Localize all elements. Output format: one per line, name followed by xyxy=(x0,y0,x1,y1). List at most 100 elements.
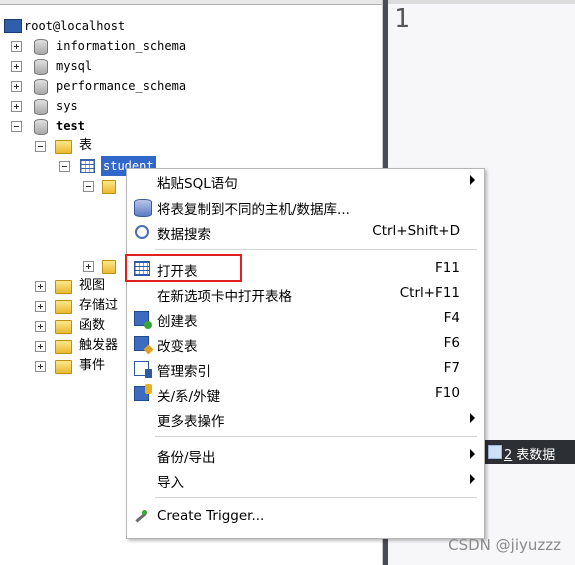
submenu-arrow-icon xyxy=(470,474,475,484)
index-icon xyxy=(134,361,152,378)
folder-icon xyxy=(102,180,116,194)
db-label: sys xyxy=(56,99,78,113)
collapse-icon[interactable] xyxy=(83,181,94,192)
tree-db-test[interactable]: test xyxy=(0,116,220,136)
db-label: test xyxy=(56,119,85,133)
root-label: root@localhost xyxy=(24,19,126,33)
tree-subfolder[interactable] xyxy=(0,176,130,196)
menu-separator xyxy=(155,249,477,250)
search-icon xyxy=(135,225,149,239)
menu-item-shortcut: F4 xyxy=(443,310,460,326)
foreign-key-icon xyxy=(134,384,152,401)
menu-item-manage-indexes[interactable]: 管理索引 F7 xyxy=(127,357,484,381)
menu-item-shortcut: Ctrl+F11 xyxy=(399,285,460,301)
folder-label: 函数 xyxy=(79,318,106,333)
tree-folder-triggers[interactable]: 触发器 xyxy=(0,336,126,356)
collapse-icon[interactable] xyxy=(11,121,22,132)
submenu-arrow-icon xyxy=(470,449,475,459)
folder-label: 事件 xyxy=(79,358,106,373)
tree-subfolder-2[interactable] xyxy=(0,256,130,276)
editor-toolbar-edge xyxy=(388,0,575,4)
database-copy-icon xyxy=(134,199,152,217)
create-table-icon xyxy=(134,311,152,329)
collapse-icon[interactable] xyxy=(59,161,70,172)
menu-item-shortcut: Ctrl+Shift+D xyxy=(372,223,460,239)
menu-item-copy-table[interactable]: 将表复制到不同的主机/数据库... xyxy=(127,195,484,219)
menu-item-label: 改变表 xyxy=(157,339,198,355)
table-data-icon xyxy=(488,445,502,459)
menu-item-alter-table[interactable]: 改变表 F6 xyxy=(127,332,484,356)
menu-item-backup-export[interactable]: 备份/导出 xyxy=(127,443,484,467)
expand-icon[interactable] xyxy=(83,261,94,272)
database-icon xyxy=(34,39,48,55)
table-icon xyxy=(80,159,95,173)
tree-folder-tables[interactable]: 表 xyxy=(0,136,220,156)
expand-icon[interactable] xyxy=(11,81,22,92)
menu-item-more-table-ops[interactable]: 更多表操作 xyxy=(127,407,484,431)
menu-item-label: 更多表操作 xyxy=(157,414,225,430)
tree-root-host[interactable]: root@localhost xyxy=(0,16,200,36)
watermark-text: CSDN @jiyuzzz xyxy=(448,536,561,554)
tree-folder-procedures[interactable]: 存储过 xyxy=(0,296,126,316)
menu-item-label: 在新选项卡中打开表格 xyxy=(157,289,292,305)
menu-item-paste-sql[interactable]: 粘贴SQL语句 xyxy=(127,169,484,193)
line-number: 1 xyxy=(394,4,410,34)
tab-label: 表数据 xyxy=(516,448,556,463)
tree-folder-functions[interactable]: 函数 xyxy=(0,316,126,336)
database-icon xyxy=(34,119,48,135)
annotation-highlight-box xyxy=(125,254,242,282)
menu-item-create-table[interactable]: 创建表 F4 xyxy=(127,307,484,331)
folder-label: 存储过 xyxy=(79,298,119,313)
result-tab-table-data[interactable]: 2 表数据 xyxy=(484,440,575,464)
menu-item-label: 创建表 xyxy=(157,314,198,330)
collapse-icon[interactable] xyxy=(35,141,46,152)
menu-item-shortcut: F7 xyxy=(443,360,460,376)
expand-icon[interactable] xyxy=(35,301,46,312)
expand-icon[interactable] xyxy=(11,41,22,52)
expand-icon[interactable] xyxy=(11,61,22,72)
menu-item-label: 关/系/外键 xyxy=(157,389,221,405)
menu-item-foreign-keys[interactable]: 关/系/外键 F10 xyxy=(127,382,484,406)
menu-item-label: 将表复制到不同的主机/数据库... xyxy=(157,202,350,218)
database-icon xyxy=(34,79,48,95)
folder-icon xyxy=(55,320,72,334)
tree-folder-views[interactable]: 视图 xyxy=(0,276,126,296)
db-label: information_schema xyxy=(56,39,187,53)
tree-folder-events[interactable]: 事件 xyxy=(0,356,126,376)
menu-separator xyxy=(155,497,477,498)
expand-icon[interactable] xyxy=(35,281,46,292)
menu-item-label: 备份/导出 xyxy=(157,450,216,466)
menu-item-label: 管理索引 xyxy=(157,364,211,380)
menu-item-label: 数据搜索 xyxy=(157,227,211,243)
tree-db-sys[interactable]: sys xyxy=(0,96,220,116)
expand-icon[interactable] xyxy=(11,101,22,112)
database-icon xyxy=(34,59,48,75)
tree-db-information-schema[interactable]: information_schema xyxy=(0,36,220,56)
menu-separator xyxy=(155,436,477,437)
expand-icon[interactable] xyxy=(35,341,46,352)
submenu-arrow-icon xyxy=(470,413,475,423)
server-icon xyxy=(4,19,22,33)
menu-item-data-search[interactable]: 数据搜索 Ctrl+Shift+D xyxy=(127,220,484,244)
menu-item-shortcut: F10 xyxy=(435,385,460,401)
tree-db-mysql[interactable]: mysql xyxy=(0,56,220,76)
folder-label: 视图 xyxy=(79,278,106,293)
menu-item-import[interactable]: 导入 xyxy=(127,468,484,492)
tab-number: 2 xyxy=(504,448,513,463)
alter-table-icon xyxy=(134,336,149,351)
folder-label: 表 xyxy=(79,138,93,153)
expand-icon[interactable] xyxy=(35,321,46,332)
tab-text: 2 表数据 xyxy=(504,444,555,463)
trigger-icon xyxy=(134,509,148,521)
folder-icon xyxy=(55,360,72,374)
menu-item-create-trigger[interactable]: Create Trigger... xyxy=(127,505,484,529)
expand-icon[interactable] xyxy=(35,361,46,372)
database-icon xyxy=(34,99,48,115)
folder-label: 触发器 xyxy=(79,338,119,353)
context-menu: 粘贴SQL语句 将表复制到不同的主机/数据库... 数据搜索 Ctrl+Shif… xyxy=(126,168,485,539)
menu-item-label: 粘贴SQL语句 xyxy=(157,176,238,192)
menu-item-label: 导入 xyxy=(157,475,184,491)
tree-db-performance-schema[interactable]: performance_schema xyxy=(0,76,220,96)
menu-item-open-table-new-tab[interactable]: 在新选项卡中打开表格 Ctrl+F11 xyxy=(127,282,484,306)
folder-icon xyxy=(55,340,72,354)
